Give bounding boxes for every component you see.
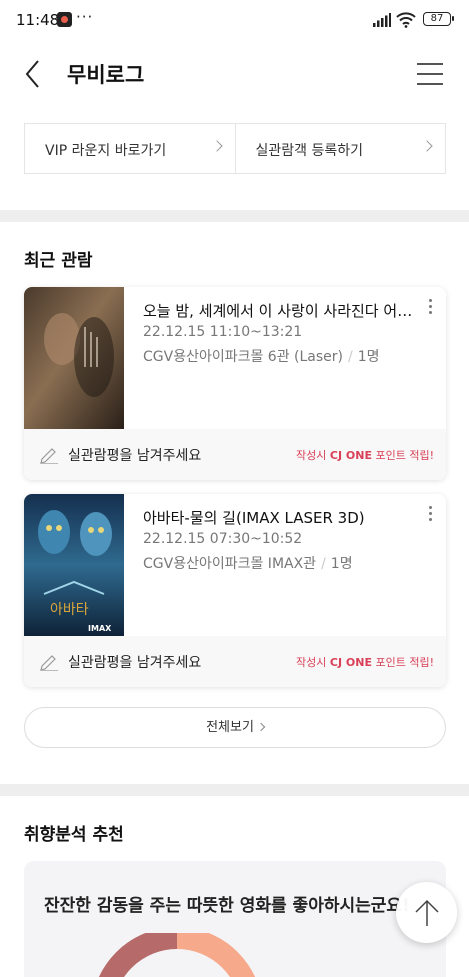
- section-divider: [0, 210, 469, 222]
- review-promo-text: 작성시 CJ ONE 포인트 적립!: [296, 447, 434, 463]
- recent-movie-card[interactable]: 아바타 IMAX 아바타-물의 길(IMAX LASER 3D) 22.12.1…: [24, 494, 446, 687]
- vip-lounge-link[interactable]: VIP 라운지 바로가기: [25, 124, 235, 173]
- pencil-icon: [40, 655, 58, 671]
- vip-lounge-label: VIP 라운지 바로가기: [45, 143, 167, 159]
- status-bar: 11:48 ··· 87: [0, 0, 469, 40]
- poster-title-text: 아바타: [50, 602, 89, 618]
- promo-prefix: 작성시: [296, 656, 330, 669]
- movie-showtime: 22.12.15 07:30~10:52: [143, 531, 303, 547]
- page-title: 무비로그: [67, 63, 145, 87]
- register-audience-link[interactable]: 실관람객 등록하기: [234, 124, 446, 173]
- register-audience-label: 실관람객 등록하기: [255, 143, 364, 159]
- taste-analysis-card[interactable]: 잔잔한 감동을 주는 따뜻한 영화를 좋아하시는군요!: [24, 861, 446, 977]
- status-time: 11:48: [16, 11, 60, 29]
- view-all-label: 전체보기: [206, 720, 254, 735]
- taste-donut-chart: [98, 933, 256, 977]
- battery-indicator: 87: [423, 12, 454, 26]
- write-review-label: 실관람평을 남겨주세요: [68, 655, 202, 671]
- people-count: 1명: [357, 349, 380, 365]
- movie-theater: CGV용산아이파크몰 IMAX관/1명: [143, 556, 353, 572]
- promo-brand: CJ ONE: [329, 449, 372, 462]
- taste-section-title: 취향분석 추천: [24, 825, 124, 845]
- promo-prefix: 작성시: [296, 449, 330, 462]
- signal-icon: [373, 13, 391, 27]
- movie-title: 아바타-물의 길(IMAX LASER 3D): [143, 509, 365, 527]
- recent-section-title: 최근 관람: [24, 251, 93, 271]
- recent-movie-card[interactable]: 오늘 밤, 세계에서 이 사랑이 사라진다 어쩌구 22.12.15 11:10…: [24, 287, 446, 480]
- scroll-to-top-button[interactable]: [396, 882, 457, 943]
- wifi-icon: [396, 12, 416, 28]
- app-header: 무비로그: [0, 44, 469, 104]
- movie-poster-image: [24, 287, 124, 429]
- taste-headline: 잔잔한 감동을 주는 따뜻한 영화를 좋아하시는군요!: [44, 896, 410, 916]
- movie-theater: CGV용산아이파크몰 6관 (Laser)/1명: [143, 349, 380, 365]
- chevron-right-icon: [210, 140, 223, 152]
- movie-poster-image: 아바타 IMAX: [24, 494, 124, 636]
- promo-suffix: 포인트 적립!: [371, 449, 434, 462]
- write-review-bar[interactable]: 실관람평을 남겨주세요 작성시 CJ ONE 포인트 적립!: [24, 636, 446, 687]
- movie-title: 오늘 밤, 세계에서 이 사랑이 사라진다 어쩌구: [143, 302, 423, 320]
- more-options-icon[interactable]: [426, 506, 434, 522]
- write-review-label: 실관람평을 남겨주세요: [68, 448, 202, 464]
- hamburger-menu-icon[interactable]: [417, 63, 443, 85]
- movie-showtime: 22.12.15 11:10~13:21: [143, 324, 303, 340]
- pencil-icon: [40, 448, 58, 464]
- write-review-bar[interactable]: 실관람평을 남겨주세요 작성시 CJ ONE 포인트 적립!: [24, 429, 446, 480]
- theater-name: CGV용산아이파크몰 IMAX관: [143, 556, 317, 572]
- section-divider: [0, 784, 469, 796]
- promo-suffix: 포인트 적립!: [371, 656, 434, 669]
- arrow-up-icon: [415, 899, 439, 926]
- quick-links: VIP 라운지 바로가기 실관람객 등록하기: [24, 123, 446, 174]
- chevron-right-icon: [256, 722, 266, 732]
- more-options-icon[interactable]: [426, 299, 434, 315]
- theater-name: CGV용산아이파크몰 6관 (Laser): [143, 349, 344, 365]
- view-all-button[interactable]: 전체보기: [24, 707, 446, 748]
- back-arrow-icon[interactable]: [22, 58, 44, 90]
- notification-icon: [57, 12, 72, 27]
- people-count: 1명: [330, 556, 353, 572]
- promo-brand: CJ ONE: [329, 656, 372, 669]
- more-notifications-icon: ···: [76, 8, 94, 26]
- chevron-right-icon: [421, 140, 433, 152]
- poster-imax-badge: IMAX: [88, 624, 112, 633]
- review-promo-text: 작성시 CJ ONE 포인트 적립!: [296, 654, 434, 670]
